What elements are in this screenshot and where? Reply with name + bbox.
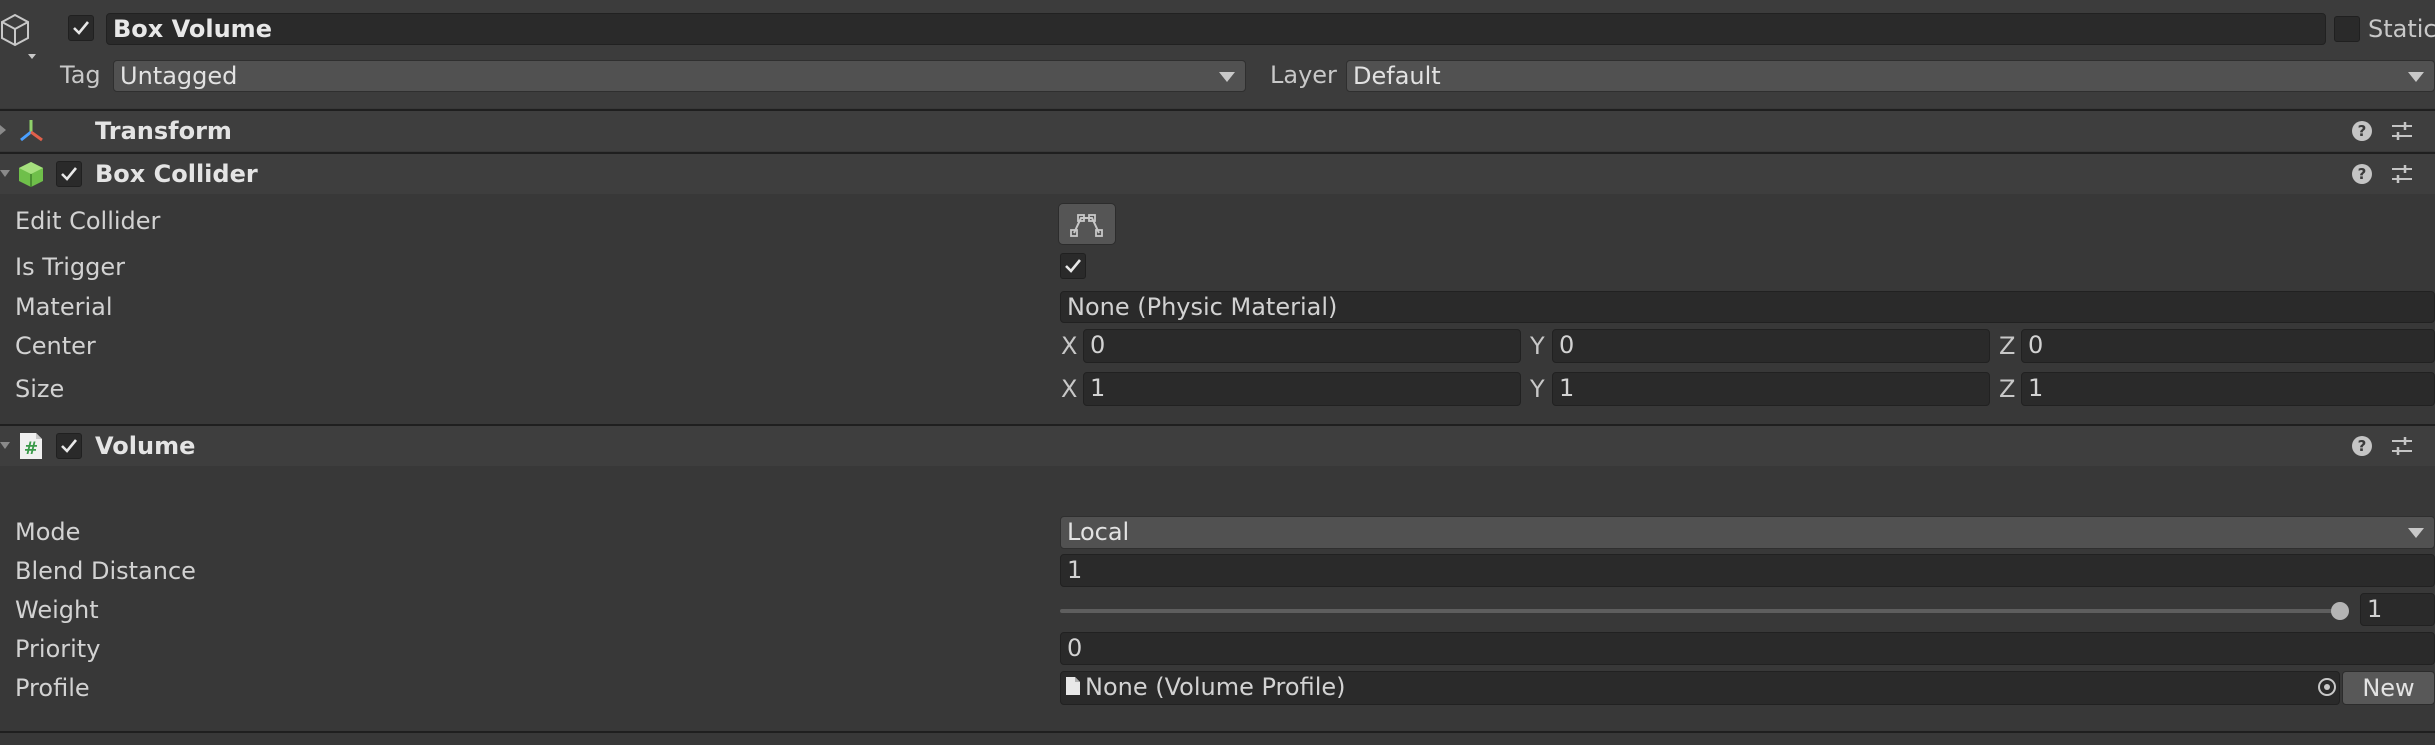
size-y-field[interactable]: 1: [1552, 372, 1990, 406]
chevron-down-icon: [2408, 72, 2424, 82]
box-collider-enabled-checkbox[interactable]: [56, 161, 82, 187]
new-profile-button[interactable]: New: [2342, 671, 2435, 705]
priority-field[interactable]: 0: [1060, 632, 2435, 665]
edit-collider-button[interactable]: [1058, 203, 1116, 245]
sliders-icon[interactable]: [2390, 120, 2414, 142]
is-trigger-checkbox[interactable]: [1060, 253, 1086, 279]
transform-header[interactable]: Transform ?: [0, 109, 2435, 151]
sliders-icon[interactable]: [2390, 435, 2414, 457]
foldout-collapsed-icon[interactable]: [0, 125, 6, 135]
object-name-field[interactable]: Box Volume: [106, 13, 2326, 45]
target-icon[interactable]: [2316, 676, 2338, 698]
tag-dropdown[interactable]: Untagged: [113, 60, 1246, 92]
is-trigger-label: Is Trigger: [15, 253, 125, 281]
gameobject-header: Box Volume Static Tag Untagged Layer Def…: [0, 0, 2435, 108]
weight-field[interactable]: 1: [2360, 593, 2435, 626]
edit-collider-label: Edit Collider: [15, 207, 161, 235]
cube-outline-icon[interactable]: [0, 10, 36, 60]
size-x-label: X: [1061, 375, 1078, 403]
center-z-label: Z: [1999, 332, 2016, 360]
material-label: Material: [15, 293, 113, 321]
help-icon[interactable]: ?: [2352, 164, 2372, 184]
chevron-down-icon: [2408, 528, 2424, 538]
center-label: Center: [15, 332, 96, 360]
priority-label: Priority: [15, 635, 101, 663]
center-y-field[interactable]: 0: [1552, 329, 1990, 363]
mode-value: Local: [1067, 518, 1130, 546]
static-checkbox[interactable]: [2334, 16, 2360, 42]
layer-dropdown[interactable]: Default: [1346, 60, 2435, 92]
weight-label: Weight: [15, 596, 99, 624]
tag-value: Untagged: [120, 62, 238, 90]
help-icon[interactable]: ?: [2352, 121, 2372, 141]
box-collider-title: Box Collider: [95, 160, 258, 188]
blend-distance-label: Blend Distance: [15, 557, 196, 585]
layer-label: Layer: [1270, 61, 1337, 89]
mode-label: Mode: [15, 518, 81, 546]
tag-label: Tag: [60, 61, 101, 89]
size-y-label: Y: [1530, 375, 1545, 403]
volume-enabled-checkbox[interactable]: [56, 433, 82, 459]
green-cube-icon: [17, 160, 45, 188]
blend-distance-field[interactable]: 1: [1060, 554, 2435, 587]
center-y-label: Y: [1530, 332, 1545, 360]
profile-field[interactable]: None (Volume Profile): [1060, 671, 2340, 705]
mode-dropdown[interactable]: Local: [1060, 516, 2435, 549]
weight-slider-track[interactable]: [1060, 609, 2343, 613]
file-icon: [1065, 673, 1081, 703]
chevron-down-icon: [1219, 72, 1235, 82]
static-label: Static: [2368, 15, 2435, 43]
weight-slider-handle[interactable]: [2331, 602, 2349, 620]
script-hash-icon: #: [18, 432, 44, 460]
size-z-label: Z: [1999, 375, 2016, 403]
foldout-expanded-icon[interactable]: [0, 170, 10, 177]
active-checkbox[interactable]: [68, 15, 94, 41]
svg-text:#: #: [24, 439, 38, 459]
size-z-field[interactable]: 1: [2021, 372, 2435, 406]
foldout-expanded-icon[interactable]: [0, 442, 10, 449]
size-label: Size: [15, 375, 65, 403]
transform-title: Transform: [95, 117, 232, 145]
layer-value: Default: [1353, 62, 1441, 90]
profile-label: Profile: [15, 674, 90, 702]
volume-header[interactable]: # Volume ?: [0, 424, 2435, 466]
transform-axes-icon: [18, 118, 44, 144]
size-x-field[interactable]: 1: [1083, 372, 1521, 406]
center-x-label: X: [1061, 332, 1078, 360]
profile-value: None (Volume Profile): [1085, 673, 1346, 701]
help-icon[interactable]: ?: [2352, 436, 2372, 456]
box-collider-header[interactable]: Box Collider ?: [0, 152, 2435, 194]
center-x-field[interactable]: 0: [1083, 329, 1521, 363]
edit-collider-icon: [1070, 214, 1103, 237]
center-z-field[interactable]: 0: [2021, 329, 2435, 363]
material-field[interactable]: None (Physic Material): [1060, 291, 2435, 323]
volume-title: Volume: [95, 432, 196, 460]
sliders-icon[interactable]: [2390, 163, 2414, 185]
bottom-divider: [0, 731, 2435, 733]
